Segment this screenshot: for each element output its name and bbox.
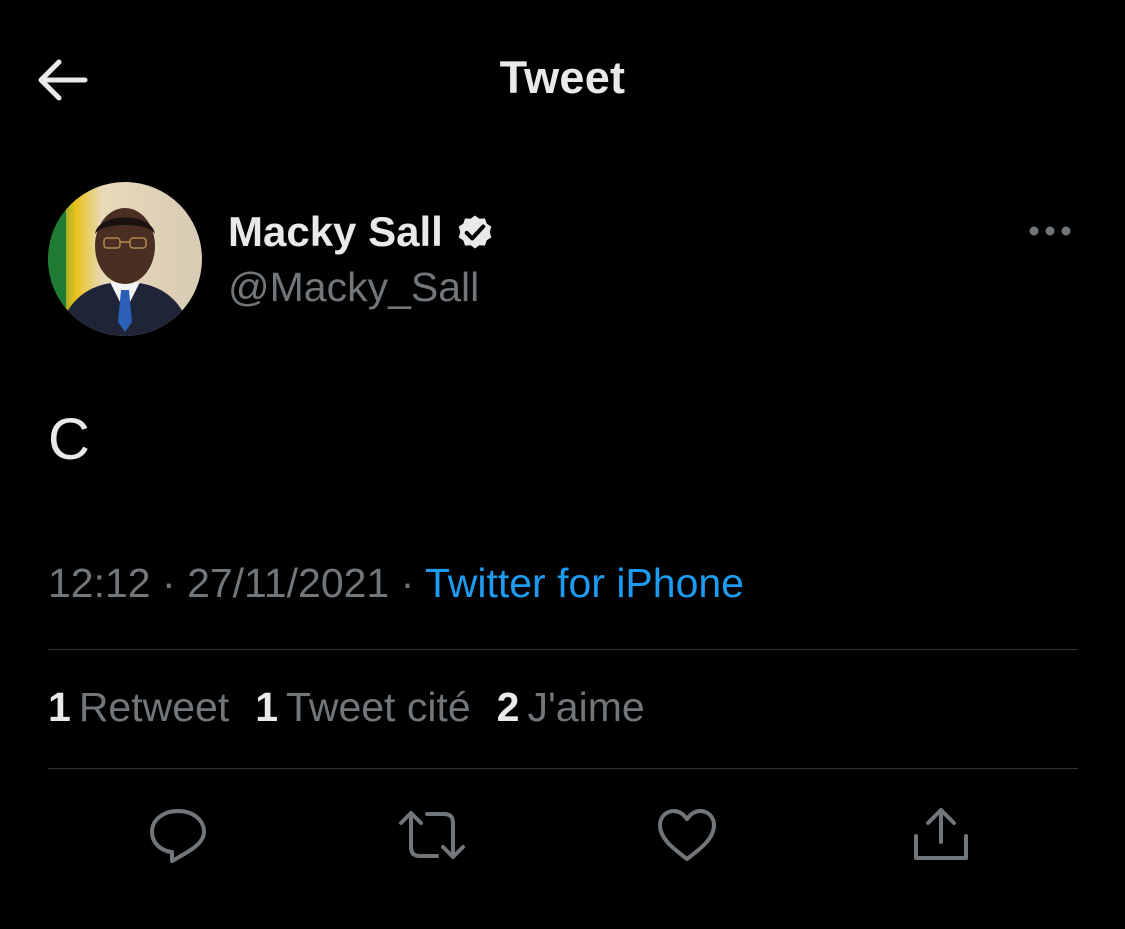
divider [48, 649, 1078, 650]
author-handle[interactable]: @Macky_Sall [228, 264, 479, 311]
tweet-stats: 1 Retweet 1 Tweet cité 2 J'aime [48, 684, 671, 731]
more-dots-icon [1029, 226, 1071, 236]
meta-separator: · [162, 560, 188, 606]
tweet-time: 12:12 [48, 560, 151, 606]
like-button[interactable] [652, 800, 722, 870]
tweet-author: Macky Sall @Macky_Sall [48, 182, 1078, 338]
stat-number: 2 [496, 684, 520, 730]
avatar-photo [48, 182, 202, 336]
author-display-name: Macky Sall [228, 208, 443, 255]
tweet-date: 27/11/2021 [187, 560, 390, 606]
stat-label: Retweet [78, 684, 230, 730]
reply-button[interactable] [143, 800, 213, 870]
tweet-metadata: 12:12 · 27/11/2021 · Twitter for iPhone [48, 560, 744, 607]
stat-label: Tweet cité [286, 684, 471, 730]
stat-label: J'aime [527, 684, 645, 730]
like-icon [658, 809, 716, 861]
reply-icon [150, 809, 206, 863]
author-name[interactable]: Macky Sall [228, 208, 497, 256]
share-button[interactable] [906, 800, 976, 870]
avatar[interactable] [48, 182, 202, 336]
tweet-source-link[interactable]: Twitter for iPhone [425, 560, 744, 606]
share-icon [914, 808, 968, 860]
like-count[interactable]: 2 J'aime [497, 684, 645, 731]
stat-number: 1 [48, 684, 71, 730]
retweet-count[interactable]: 1 Retweet [48, 684, 229, 731]
retweet-icon [399, 811, 465, 859]
page-title: Tweet [499, 52, 626, 103]
more-options-button[interactable] [1022, 216, 1078, 246]
verified-badge-icon [453, 210, 497, 254]
quote-tweet-count[interactable]: 1 Tweet cité [255, 684, 470, 731]
tweet-text: C [48, 407, 90, 472]
divider [48, 768, 1078, 769]
tweet-actions [48, 800, 1078, 870]
stat-number: 1 [255, 684, 279, 730]
retweet-button[interactable] [397, 800, 467, 870]
top-bar: Tweet [0, 0, 1125, 160]
meta-separator: · [400, 560, 425, 606]
